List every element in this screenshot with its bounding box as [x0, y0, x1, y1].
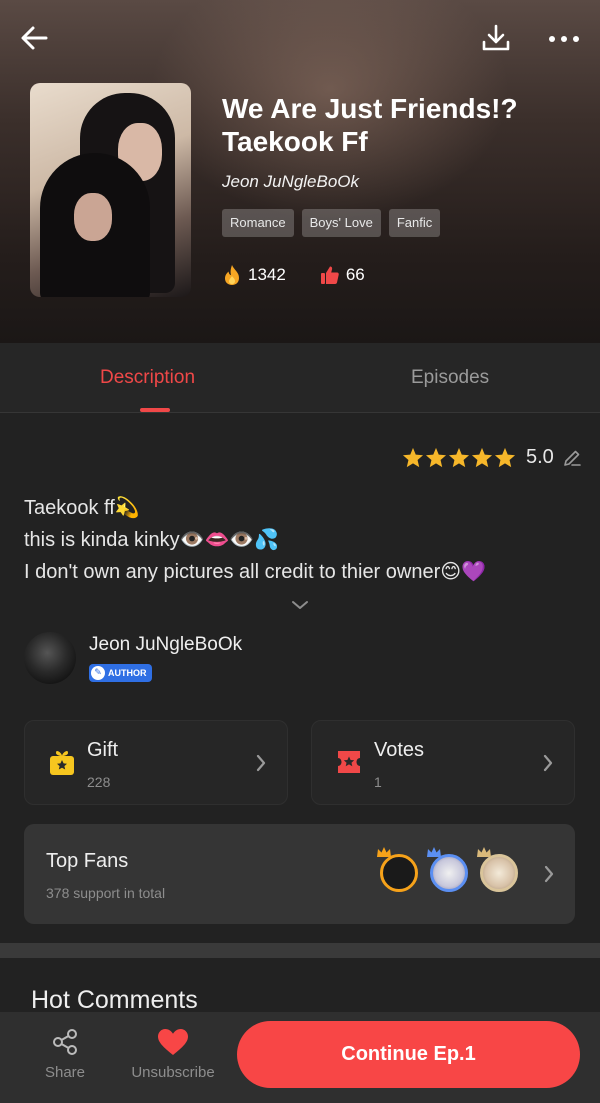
star-icon — [471, 447, 493, 468]
star-icon — [425, 447, 447, 468]
gift-icon — [50, 751, 74, 775]
tag-list: Romance Boys' Love Fanfic — [222, 209, 441, 237]
share-icon — [53, 1029, 77, 1055]
chevron-down-icon — [292, 601, 308, 609]
hot-comments-heading: Hot Comments — [31, 986, 198, 1014]
top-fans-card[interactable]: Top Fans 378 support in total — [24, 824, 575, 924]
book-title: We Are Just Friends!? Taekook Ff — [222, 93, 518, 157]
more-button[interactable] — [544, 18, 584, 58]
thumbs-up-icon — [320, 266, 339, 284]
likes-count: 66 — [345, 265, 365, 284]
chevron-right-icon — [543, 754, 553, 772]
top-fans-subtitle: 378 support in total — [46, 885, 166, 901]
chevron-right-icon — [256, 754, 266, 772]
tab-bar: Description Episodes — [0, 343, 600, 413]
star-icon — [402, 447, 424, 468]
more-dots-icon — [546, 29, 582, 47]
unsubscribe-button[interactable]: Unsubscribe — [126, 1026, 220, 1081]
unsubscribe-label: Unsubscribe — [131, 1064, 215, 1081]
share-label: Share — [44, 1064, 86, 1081]
author-badge-icon: ✎ — [91, 665, 105, 680]
fan-avatar[interactable] — [380, 854, 418, 892]
rating-value: 5.0 — [526, 446, 554, 468]
votes-label: Votes — [374, 739, 425, 761]
author-row[interactable]: Jeon JuNgleBoOk ✎ AUTHOR — [24, 632, 242, 684]
fan-avatar[interactable] — [430, 854, 468, 892]
fan-avatar[interactable] — [480, 854, 518, 892]
arrow-left-icon — [21, 26, 48, 50]
description-line: I don't own any pictures all credit to t… — [24, 561, 487, 583]
pencil-icon[interactable] — [562, 448, 582, 468]
ticket-icon — [338, 751, 360, 773]
tag-fanfic[interactable]: Fanfic — [388, 209, 441, 237]
share-button[interactable]: Share — [40, 1026, 90, 1081]
description-line: Taekook ff💫 — [24, 497, 140, 519]
likes-stat: 66 — [320, 265, 365, 285]
description-line: this is kinda kinky👁️👄👁️💦 — [24, 529, 280, 551]
gift-label: Gift — [87, 739, 119, 761]
continue-reading-button[interactable]: Continue Ep.1 — [237, 1021, 580, 1088]
chevron-right-icon — [544, 865, 554, 883]
book-description: Taekook ff💫 this is kinda kinky👁️👄👁️💦 I … — [24, 492, 584, 588]
author-badge: ✎ AUTHOR — [89, 663, 152, 682]
star-icon — [448, 447, 470, 468]
section-divider — [0, 943, 600, 958]
expand-description-button[interactable] — [290, 598, 310, 617]
views-stat: 1342 — [222, 264, 286, 286]
fire-icon — [225, 265, 239, 285]
gift-card[interactable]: Gift 228 — [24, 720, 288, 805]
author-name[interactable]: Jeon JuNgleBoOk — [89, 634, 242, 656]
votes-card[interactable]: Votes 1 — [311, 720, 575, 805]
rating-stars — [402, 447, 516, 468]
heart-icon — [158, 1029, 188, 1055]
views-count: 1342 — [248, 265, 286, 284]
tag-boys-love[interactable]: Boys' Love — [301, 209, 381, 237]
rating-section[interactable]: 5.0 — [402, 446, 582, 469]
gift-count: 228 — [87, 774, 111, 790]
tab-description[interactable]: Description — [100, 367, 195, 389]
download-icon — [482, 24, 510, 51]
download-button[interactable] — [476, 18, 516, 58]
tab-indicator — [140, 408, 170, 412]
crown-icon — [427, 847, 441, 857]
crown-icon — [377, 847, 391, 857]
tag-romance[interactable]: Romance — [222, 209, 294, 237]
book-header: We Are Just Friends!? Taekook Ff Jeon Ju… — [0, 0, 600, 343]
book-cover — [30, 83, 191, 297]
back-button[interactable] — [14, 18, 54, 58]
crown-icon — [477, 847, 491, 857]
tab-episodes[interactable]: Episodes — [411, 367, 489, 389]
votes-count: 1 — [374, 774, 382, 790]
star-icon — [494, 447, 516, 468]
author-badge-label: AUTHOR — [108, 667, 147, 678]
author-avatar[interactable] — [24, 632, 76, 684]
top-fans-label: Top Fans — [46, 850, 129, 872]
book-author: Jeon JuNgleBoOk — [222, 172, 360, 191]
book-stats: 1342 66 — [222, 264, 399, 286]
